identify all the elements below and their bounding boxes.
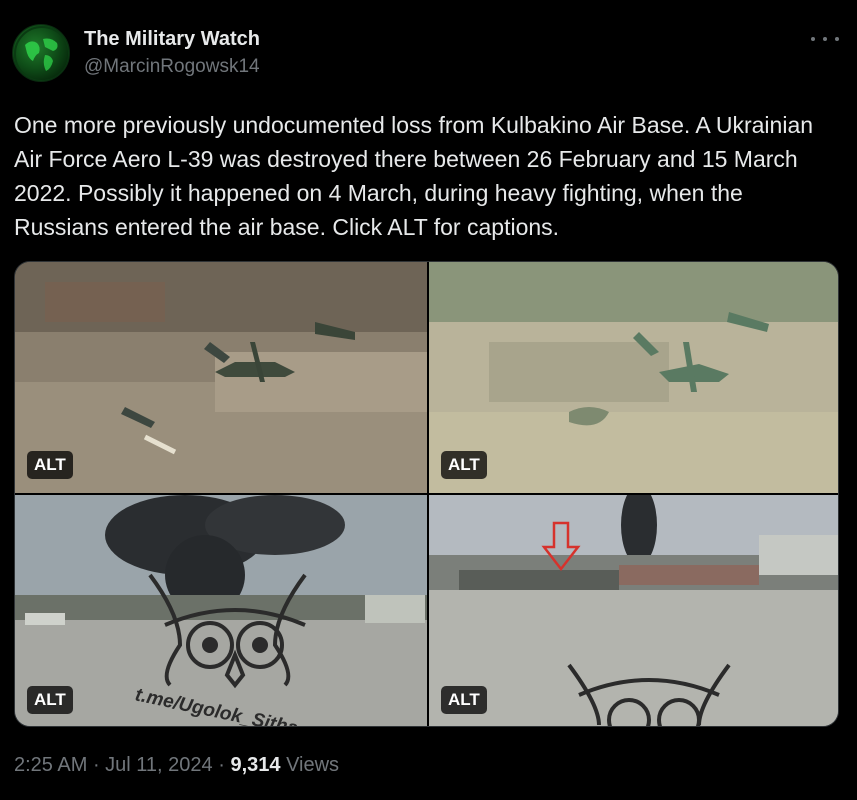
dot	[811, 37, 815, 41]
separator: ·	[87, 754, 106, 776]
media-grid: ALT ALT t.me/Ugolok_Sitha ALT ALT	[14, 261, 839, 727]
tweet-date[interactable]: Jul 11, 2024	[105, 754, 213, 776]
media-image-3[interactable]: t.me/Ugolok_Sitha ALT	[15, 495, 427, 726]
more-dots-icon[interactable]	[811, 30, 839, 48]
globe-map-avatar-icon	[14, 26, 69, 81]
media-image-2[interactable]: ALT	[429, 262, 838, 493]
photo-arrow-image-4	[429, 495, 838, 726]
account-name[interactable]: The Military Watch	[84, 28, 260, 51]
satellite-image-2	[429, 262, 838, 493]
avatar[interactable]	[12, 24, 70, 82]
tweet-time[interactable]: 2:25 AM	[14, 754, 87, 776]
alt-badge[interactable]: ALT	[27, 686, 73, 714]
alt-badge[interactable]: ALT	[441, 451, 487, 479]
views-count: 9,314	[230, 754, 281, 776]
media-image-1[interactable]: ALT	[15, 262, 427, 493]
alt-badge[interactable]: ALT	[27, 451, 73, 479]
dot	[823, 37, 827, 41]
tweet-text: One more previously undocumented loss fr…	[14, 112, 814, 240]
tweet-meta: 2:25 AM · Jul 11, 2024 · 9,314 Views	[14, 754, 339, 777]
views-label: Views	[280, 754, 340, 776]
separator: ·	[212, 754, 231, 776]
dot	[835, 37, 839, 41]
account-handle[interactable]: @MarcinRogowsk14	[84, 56, 260, 78]
media-image-4[interactable]: ALT	[429, 495, 838, 726]
satellite-image-1	[15, 262, 427, 493]
photo-smoke-image-3: t.me/Ugolok_Sitha	[15, 495, 427, 726]
alt-badge[interactable]: ALT	[441, 686, 487, 714]
